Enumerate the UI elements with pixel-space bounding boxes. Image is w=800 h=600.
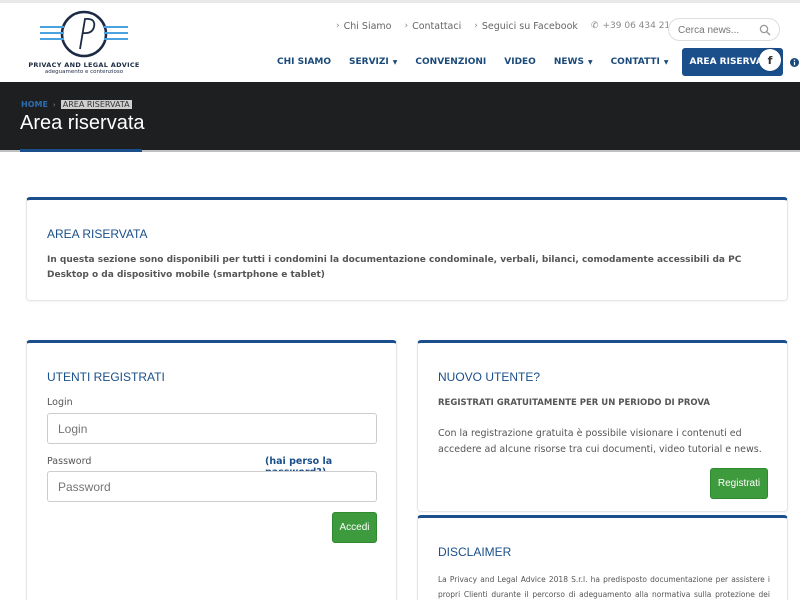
main-nav: CHI SIAMO SERVIZI ▼ CONVENZIONI VIDEO NEW… [268,48,800,76]
intro-description: In questa sezione sono disponibili per t… [47,255,742,280]
nav-label: VIDEO [504,57,536,67]
disclaimer-card: DISCLAIMER La Privacy and Legal Advice 2… [417,515,788,600]
search-box [668,18,780,41]
search-input[interactable] [678,23,758,37]
logo-title: PRIVACY AND LEGAL ADVICE [28,61,140,69]
info-icon [789,57,799,67]
login-label: Login [47,397,73,408]
nav-label: CHI SIAMO [277,57,332,67]
chevron-right-icon: › [52,100,56,109]
top-links: › Chi Siamo › Contattaci › Seguici su Fa… [336,19,703,33]
caret-down-icon: ▼ [587,58,593,66]
logo-mark-icon [40,10,128,58]
register-card: NUOVO UTENTE? REGISTRATI GRATUITAMENTE P… [417,340,788,512]
register-text: Con la registrazione gratuita è possibil… [438,428,762,455]
login-input[interactable] [47,413,377,444]
caret-down-icon: ▼ [392,58,398,66]
toplink-chi-siamo[interactable]: › Chi Siamo [336,21,391,32]
site-logo[interactable]: PRIVACY AND LEGAL ADVICE adeguamento e c… [28,9,140,75]
phone-icon: ✆ [590,21,599,31]
register-subtitle: REGISTRATI GRATUITAMENTE PER UN PERIODO … [438,398,711,408]
disclaimer-title: DISCLAIMER [438,545,512,559]
toplink-label: Seguici su Facebook [481,20,578,32]
nav-label: SERVIZI [349,57,389,67]
login-title: UTENTI REGISTRATI [47,370,165,384]
breadcrumb: HOME › AREA RISERVATA [21,100,132,109]
search-icon[interactable] [759,24,771,36]
toplink-contattaci[interactable]: › Contattaci [404,21,461,32]
logo-subtitle: adeguamento e contenzioso [44,69,124,75]
title-underline [20,149,142,152]
nav-label: CONTATTI [610,57,660,67]
facebook-icon[interactable]: f [759,49,781,71]
breadcrumb-home[interactable]: HOME [21,100,48,109]
toplink-label: Contattaci [412,20,462,32]
login-card: UTENTI REGISTRATI Login Password (hai pe… [26,340,397,600]
breadcrumb-current: AREA RISERVATA [60,100,132,109]
nav-label: NEWS [553,57,584,67]
register-button[interactable]: Registrati [710,468,768,499]
nav-info[interactable]: ▼ [783,48,800,76]
login-button[interactable]: Accedi [332,512,377,543]
nav-label: CONVENZIONI [415,57,487,67]
intro-card: AREA RISERVATA In questa sezione sono di… [26,197,788,301]
password-label: Password [47,456,92,467]
toplink-label: Chi Siamo [343,20,392,32]
chevron-right-icon: › [474,21,478,31]
disclaimer-text: La Privacy and Legal Advice 2018 S.r.l. … [438,575,770,599]
nav-chi-siamo[interactable]: CHI SIAMO [268,48,340,76]
nav-video[interactable]: VIDEO [495,48,545,76]
nav-contatti[interactable]: CONTATTI ▼ [602,48,678,76]
page-title-band: HOME › AREA RISERVATA Area riservata [0,82,800,152]
caret-down-icon: ▼ [663,58,669,66]
toplink-facebook[interactable]: › Seguici su Facebook [474,21,578,32]
nav-news[interactable]: NEWS ▼ [545,48,602,76]
register-title: NUOVO UTENTE? [438,370,541,384]
chevron-right-icon: › [404,21,409,31]
nav-servizi[interactable]: SERVIZI ▼ [340,48,406,76]
intro-title: AREA RISERVATA [47,227,148,241]
nav-convenzioni[interactable]: CONVENZIONI [406,48,495,76]
chevron-right-icon: › [336,21,340,31]
password-input[interactable] [47,471,377,502]
page-title: Area riservata [20,112,145,134]
site-header: PRIVACY AND LEGAL ADVICE adeguamento e c… [0,3,800,82]
